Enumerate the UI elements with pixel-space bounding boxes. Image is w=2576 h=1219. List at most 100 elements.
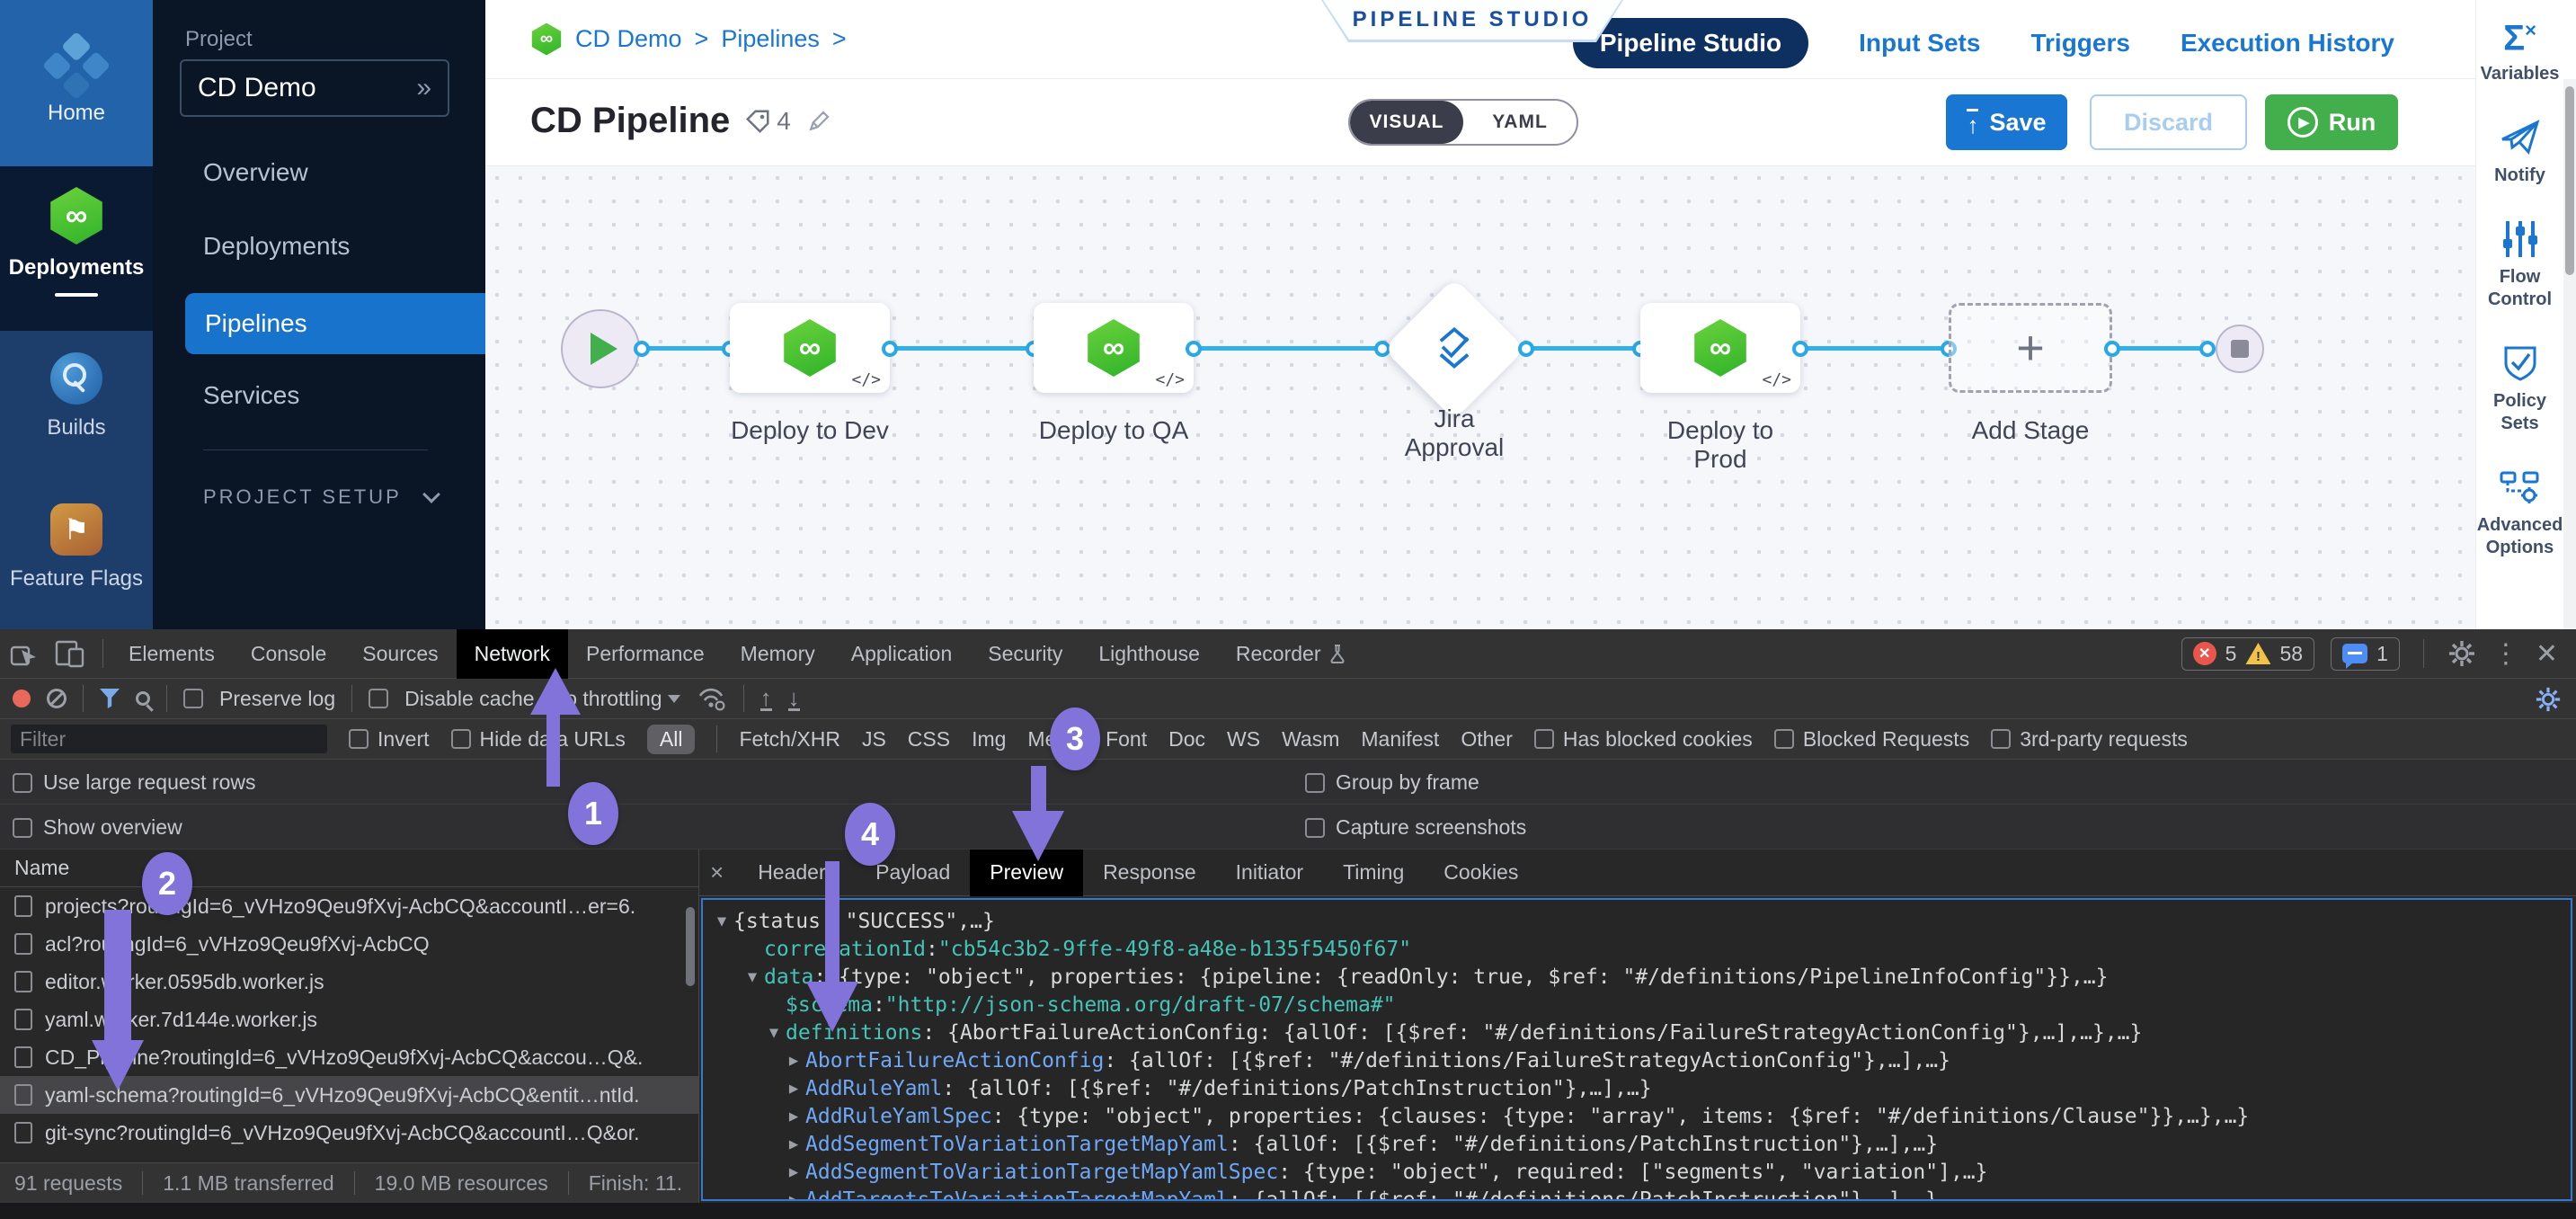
- filter-type-font[interactable]: Font: [1106, 727, 1147, 752]
- devtools-tab-sources[interactable]: Sources: [344, 629, 456, 679]
- console-issues-badge[interactable]: ✕ 5 ! 58: [2181, 637, 2314, 671]
- filter-type-fetch-xhr[interactable]: Fetch/XHR: [739, 727, 839, 752]
- messages-badge[interactable]: 1: [2331, 637, 2400, 671]
- detail-tab-response[interactable]: Response: [1083, 850, 1216, 896]
- hide-data-urls-checkbox[interactable]: [451, 729, 471, 749]
- sidebar-item-services[interactable]: Services: [203, 381, 299, 410]
- preserve-log-checkbox[interactable]: [183, 689, 203, 708]
- json-line[interactable]: ▶AddTargetsToVariationTargetMapYaml: {al…: [703, 1186, 2571, 1201]
- show-overview-option[interactable]: Show overview: [13, 815, 182, 840]
- json-line[interactable]: ▶AddRuleYaml: {allOf: [{$ref: "#/definit…: [703, 1074, 2571, 1102]
- devtools-tab-application[interactable]: Application: [833, 629, 971, 679]
- devtools-tab-performance[interactable]: Performance: [568, 629, 723, 679]
- rail-item-deployments[interactable]: ∞ Deployments: [0, 187, 153, 331]
- stage-card[interactable]: ∞ </>: [1034, 303, 1194, 393]
- detail-tab-timing[interactable]: Timing: [1323, 850, 1424, 896]
- stage-deploy-to-dev[interactable]: ∞ </> Deploy to Dev: [730, 303, 890, 445]
- disable-cache-checkbox[interactable]: [369, 689, 388, 708]
- toolbar-advanced-options[interactable]: Advanced Options: [2477, 467, 2563, 559]
- blocked-requests-checkbox[interactable]: [1774, 729, 1794, 749]
- record-button[interactable]: [13, 690, 31, 707]
- group-by-frame-option[interactable]: Group by frame: [1305, 770, 1479, 795]
- request-row[interactable]: git-sync?routingId=6_vVHzo9Qeu9fXvj-AcbC…: [0, 1114, 698, 1152]
- search-icon[interactable]: [136, 691, 150, 706]
- tab-execution-history[interactable]: Execution History: [2181, 29, 2394, 58]
- requests-scrollbar-thumb[interactable]: [686, 907, 695, 986]
- blocked-requests-option[interactable]: Blocked Requests: [1774, 727, 1969, 752]
- json-line[interactable]: ▼data: {type: "object", properties: {pip…: [703, 963, 2571, 991]
- detail-tab-cookies[interactable]: Cookies: [1424, 850, 1538, 896]
- has-blocked-cookies-option[interactable]: Has blocked cookies: [1534, 727, 1753, 752]
- json-line[interactable]: ▶AbortFailureActionConfig: {allOf: [{$re…: [703, 1046, 2571, 1074]
- devtools-tab-lighthouse[interactable]: Lighthouse: [1080, 629, 1218, 679]
- import-har-icon[interactable]: ↑: [760, 687, 772, 711]
- toolbar-variables[interactable]: Σ× Variables: [2477, 13, 2563, 85]
- stage-deploy-to-prod[interactable]: ∞ </> Deploy to Prod: [1640, 303, 1800, 474]
- stage-jira-approval[interactable]: [1383, 278, 1525, 420]
- save-button[interactable]: ↑ Save: [1946, 94, 2067, 150]
- toolbar-notify[interactable]: Notify: [2477, 118, 2563, 187]
- inspect-element-icon[interactable]: [9, 638, 40, 669]
- json-line[interactable]: $schema: "http://json-schema.org/draft-0…: [703, 991, 2571, 1019]
- large-rows-checkbox[interactable]: [13, 773, 32, 793]
- hide-data-urls-option[interactable]: Hide data URLs: [451, 727, 626, 752]
- filter-type-manifest[interactable]: Manifest: [1361, 727, 1439, 752]
- devtools-tab-elements[interactable]: Elements: [111, 629, 233, 679]
- json-line[interactable]: ▶AddRuleYamlSpec: {type: "object", prope…: [703, 1102, 2571, 1130]
- large-rows-option[interactable]: Use large request rows: [13, 770, 256, 795]
- invert-checkbox[interactable]: [349, 729, 369, 749]
- rail-item-home[interactable]: Home: [0, 0, 153, 166]
- filter-type-ws[interactable]: WS: [1227, 727, 1260, 752]
- network-conditions-icon[interactable]: [697, 685, 727, 712]
- sidebar-item-overview[interactable]: Overview: [203, 158, 308, 187]
- export-har-icon[interactable]: ↓: [788, 687, 800, 711]
- stage-card[interactable]: ∞ </>: [730, 303, 890, 393]
- has-blocked-cookies-checkbox[interactable]: [1534, 729, 1554, 749]
- project-setup-toggle[interactable]: PROJECT SETUP: [203, 485, 438, 509]
- group-by-frame-checkbox[interactable]: [1305, 773, 1325, 793]
- network-settings-gear-icon[interactable]: [2535, 686, 2562, 713]
- json-line[interactable]: ▶AddSegmentToVariationTargetMapYamlSpec:…: [703, 1158, 2571, 1186]
- tab-triggers[interactable]: Triggers: [2030, 29, 2129, 58]
- capture-screenshots-option[interactable]: Capture screenshots: [1305, 815, 1526, 840]
- filter-type-doc[interactable]: Doc: [1168, 727, 1205, 752]
- kebab-menu-icon[interactable]: ⋮: [2492, 638, 2519, 670]
- breadcrumb-section[interactable]: Pipelines: [721, 25, 820, 53]
- json-line[interactable]: ▼{status: "SUCCESS",…}: [703, 907, 2571, 935]
- add-stage-button[interactable]: + Add Stage: [1949, 303, 2112, 445]
- toggle-visual[interactable]: VISUAL: [1350, 101, 1463, 144]
- devtools-tab-console[interactable]: Console: [233, 629, 344, 679]
- tab-pipeline-studio[interactable]: Pipeline Studio: [1573, 18, 1808, 68]
- sidebar-item-pipelines[interactable]: Pipelines: [185, 293, 485, 354]
- show-overview-checkbox[interactable]: [13, 818, 32, 838]
- toggle-yaml[interactable]: YAML: [1463, 101, 1577, 144]
- close-detail-icon[interactable]: ×: [699, 859, 738, 886]
- third-party-checkbox[interactable]: [1991, 729, 2011, 749]
- discard-button[interactable]: Discard: [2090, 94, 2247, 150]
- pipeline-end-node[interactable]: [2216, 325, 2264, 373]
- clear-network-log-icon[interactable]: [47, 689, 67, 708]
- filter-type-img[interactable]: Img: [972, 727, 1006, 752]
- stage-deploy-to-qa[interactable]: ∞ </> Deploy to QA: [1034, 303, 1194, 445]
- filter-type-all[interactable]: All: [647, 725, 696, 754]
- invert-option[interactable]: Invert: [349, 727, 430, 752]
- toolbar-flow-control[interactable]: Flow Control: [2477, 219, 2563, 311]
- filter-type-js[interactable]: JS: [862, 727, 886, 752]
- json-line[interactable]: ▼definitions: {AbortFailureActionConfig:…: [703, 1019, 2571, 1046]
- filter-type-css[interactable]: CSS: [908, 727, 950, 752]
- sidebar-item-deployments[interactable]: Deployments: [203, 232, 350, 261]
- toolbar-policy-sets[interactable]: Policy Sets: [2477, 343, 2563, 435]
- scrollbar-thumb[interactable]: [2565, 86, 2574, 275]
- tags-group[interactable]: 4: [744, 107, 791, 136]
- filter-funnel-icon[interactable]: [100, 689, 120, 708]
- pipeline-canvas[interactable]: ∞ </> Deploy to Dev ∞ </> Deploy to QA: [485, 166, 2475, 629]
- close-devtools-icon[interactable]: ✕: [2536, 638, 2558, 670]
- filter-input[interactable]: [11, 725, 327, 753]
- json-line[interactable]: correlationId: "cb54c3b2-9ffe-49f8-a48e-…: [703, 935, 2571, 963]
- detail-tab-initiator[interactable]: Initiator: [1216, 850, 1323, 896]
- filter-type-other[interactable]: Other: [1461, 727, 1513, 752]
- tab-input-sets[interactable]: Input Sets: [1859, 29, 1980, 58]
- rail-item-builds[interactable]: Builds: [0, 352, 153, 469]
- third-party-option[interactable]: 3rd-party requests: [1991, 727, 2188, 752]
- canvas-scrollbar[interactable]: [2563, 79, 2576, 629]
